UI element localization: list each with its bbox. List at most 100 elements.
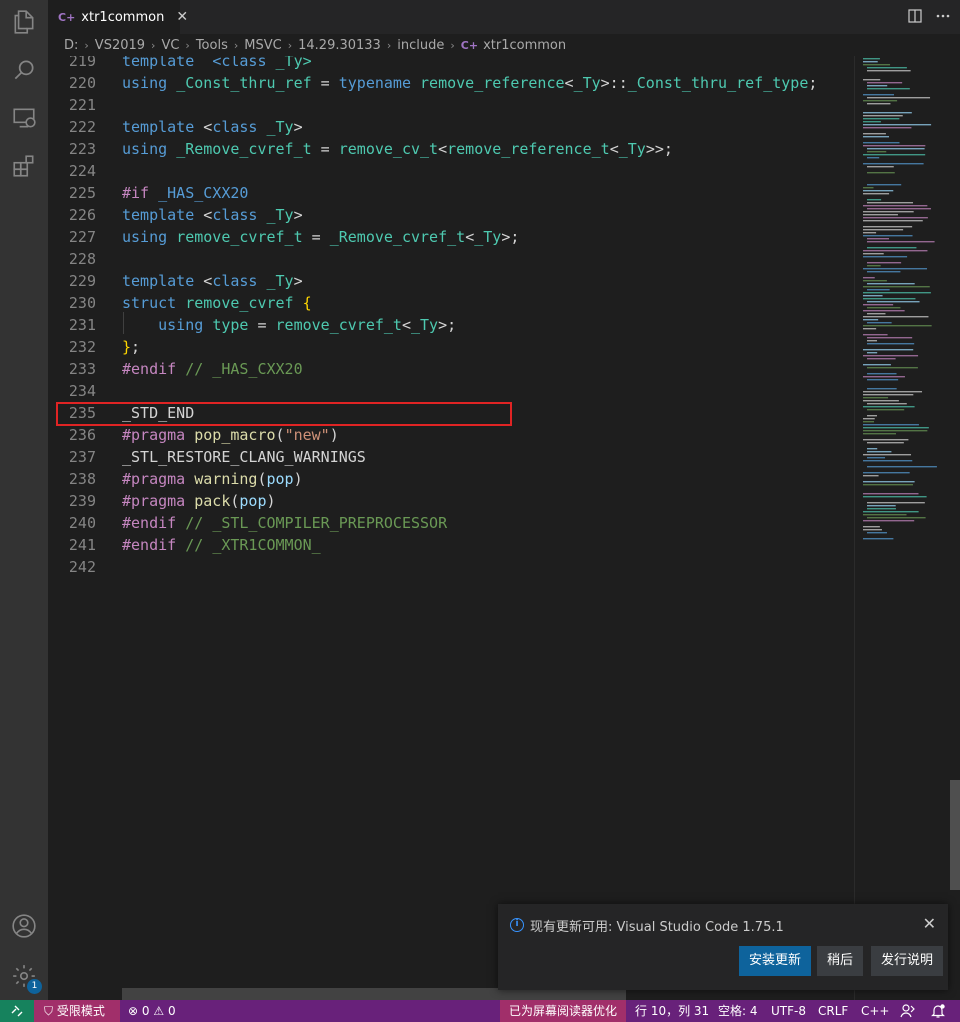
code-line[interactable]: 231 using type = remove_cvref_t<_Ty>;	[48, 314, 854, 336]
breadcrumb-item[interactable]: Tools	[196, 38, 228, 53]
code-line[interactable]: 236 #pragma pop_macro("new")	[48, 424, 854, 446]
minimap-line	[863, 460, 913, 462]
code-line[interactable]: 240 #endif // _STL_COMPILER_PREPROCESSOR	[48, 512, 854, 534]
chevron-right-icon: ›	[386, 38, 392, 52]
code-line[interactable]: 241 #endif // _XTR1COMMON_	[48, 534, 854, 556]
minimap-line	[863, 316, 929, 318]
code-line[interactable]: 229 template <class _Ty>	[48, 270, 854, 292]
line-number: 241	[68, 536, 96, 554]
minimap-line	[867, 241, 935, 243]
minimap-line	[867, 262, 902, 264]
remote-indicator[interactable]	[0, 1000, 34, 1022]
minimap-line	[863, 511, 919, 513]
notification-close-icon[interactable]: ✕	[923, 914, 936, 933]
feedback-icon[interactable]	[900, 1000, 916, 1022]
code-line[interactable]: 233 #endif // _HAS_CXX20	[48, 358, 854, 380]
code-text: using _Remove_cvref_t = remove_cv_t<remo…	[122, 138, 673, 160]
restricted-mode[interactable]: ⛉ 受限模式	[34, 1000, 120, 1022]
code-line[interactable]: 223 using _Remove_cvref_t = remove_cv_t<r…	[48, 138, 854, 160]
code-token: _XTR1COMMON_	[212, 536, 321, 554]
problems-indicator[interactable]: ⊗ 0 ⚠ 0	[128, 1000, 176, 1022]
indentation[interactable]: 空格: 4	[718, 1000, 758, 1022]
minimap-line	[863, 229, 904, 231]
breadcrumb-item[interactable]: include	[397, 38, 444, 53]
screen-reader-mode[interactable]: 已为屏幕阅读器优化	[500, 1000, 626, 1022]
minimap-line	[863, 112, 912, 114]
minimap-line	[867, 457, 886, 459]
later-button[interactable]: 稍后	[817, 946, 864, 976]
code-line[interactable]: 222 template <class _Ty>	[48, 116, 854, 138]
code-token: =	[248, 316, 276, 334]
code-line[interactable]: 226 template <class _Ty>	[48, 204, 854, 226]
tab-xtr1common[interactable]: C+ xtr1common ✕	[48, 0, 188, 34]
code-line[interactable]: 242	[48, 556, 854, 578]
code-line[interactable]: 219 template <class _Ty>	[48, 56, 854, 72]
code-line[interactable]: 224	[48, 160, 854, 182]
code-line[interactable]: 237 _STL_RESTORE_CLANG_WARNINGS	[48, 446, 854, 468]
breadcrumb-item[interactable]: VS2019	[95, 38, 145, 53]
minimap-line	[863, 154, 926, 156]
minimap-line	[867, 157, 880, 159]
line-number: 238	[68, 470, 96, 488]
extensions-icon[interactable]	[8, 150, 40, 182]
explorer-icon[interactable]	[8, 6, 40, 38]
notifications-bell-icon[interactable]	[930, 1000, 946, 1022]
code-line[interactable]: 238 #pragma warning(pop)	[48, 468, 854, 490]
split-editor-icon[interactable]	[906, 7, 924, 25]
code-line[interactable]: 220 using _Const_thru_ref = typename remo…	[48, 72, 854, 94]
settings-gear-icon[interactable]: 1	[8, 960, 42, 994]
minimap-line	[863, 295, 883, 297]
account-icon[interactable]	[8, 910, 40, 942]
code-editor[interactable]: 219 template <class _Ty> 220 using _Const_t…	[48, 56, 854, 1000]
breadcrumb-item[interactable]: 14.29.30133	[298, 38, 381, 53]
activity-bar: 1	[0, 0, 48, 1000]
code-line[interactable]: 225 #if _HAS_CXX20	[48, 182, 854, 204]
end-of-line[interactable]: CRLF	[818, 1000, 848, 1022]
remote-explorer-icon[interactable]	[8, 102, 40, 134]
more-actions-icon[interactable]	[934, 7, 952, 25]
vertical-scrollbar-thumb[interactable]	[950, 780, 960, 890]
code-token: "new"	[284, 426, 330, 444]
code-line[interactable]: 221	[48, 94, 854, 116]
code-text: template <class _Ty>	[122, 270, 303, 292]
update-notification: i 现有更新可用: Visual Studio Code 1.75.1 ✕ 安装…	[498, 904, 948, 990]
code-line[interactable]: 230 struct remove_cvref {	[48, 292, 854, 314]
language-mode[interactable]: C++	[861, 1000, 890, 1022]
minimap-line	[863, 220, 923, 222]
minimap-line	[867, 532, 887, 534]
minimap-line	[863, 292, 931, 294]
cursor-position[interactable]: 行 10，列 31	[635, 1000, 709, 1022]
code-token: using	[122, 228, 168, 246]
release-notes-button[interactable]: 发行说明	[871, 946, 944, 976]
minimap-line	[867, 88, 910, 90]
breadcrumb-item[interactable]: VC	[161, 38, 179, 53]
code-line[interactable]: 239 #pragma pack(pop)	[48, 490, 854, 512]
code-line[interactable]: 228	[48, 248, 854, 270]
code-text: template <class _Ty>	[122, 56, 312, 72]
code-token: )	[266, 492, 276, 510]
code-line[interactable]: 232};	[48, 336, 854, 358]
code-token: template	[122, 118, 195, 136]
minimap-line	[863, 214, 898, 216]
encoding[interactable]: UTF-8	[771, 1000, 806, 1022]
breadcrumb-file[interactable]: xtr1common	[483, 38, 566, 53]
search-icon[interactable]	[8, 54, 40, 86]
code-text: #endif // _XTR1COMMON_	[122, 534, 321, 556]
breadcrumb-item[interactable]: D:	[64, 38, 78, 53]
install-update-button[interactable]: 安装更新	[739, 946, 812, 976]
line-number: 226	[68, 206, 96, 224]
minimap-line	[863, 250, 928, 252]
code-token: using	[122, 140, 168, 158]
tab-close-icon[interactable]: ✕	[176, 9, 188, 25]
minimap-line	[863, 439, 909, 441]
minimap-line	[863, 232, 877, 234]
code-line[interactable]: 227 using remove_cvref_t = _Remove_cvref_…	[48, 226, 854, 248]
minimap-line	[867, 172, 895, 174]
breadcrumb-item[interactable]: MSVC	[244, 38, 281, 53]
minimap-line	[863, 193, 890, 195]
code-line[interactable]: 234	[48, 380, 854, 402]
minimap[interactable]	[854, 56, 948, 1000]
minimap-line	[863, 334, 888, 336]
